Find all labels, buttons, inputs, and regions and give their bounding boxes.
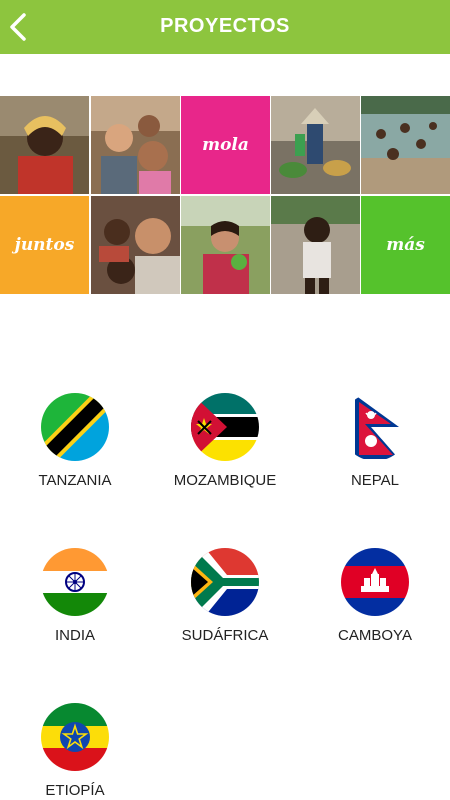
country-name: MOZAMBIQUE: [173, 472, 277, 489]
photo-tile-market-vendor: [271, 96, 360, 194]
country-name: INDIA: [54, 627, 95, 644]
word-tile-text: juntos: [14, 235, 75, 255]
word-tile-mas: más: [361, 196, 450, 294]
country-name: ETIOPÍA: [45, 782, 105, 799]
country-item-camboya[interactable]: CAMBOYA: [305, 548, 445, 644]
country-item-india[interactable]: INDIA: [5, 548, 145, 644]
ethiopia-flag-icon: [41, 703, 109, 771]
country-name: SUDÁFRICA: [181, 627, 269, 644]
india-flag-icon: [41, 548, 109, 616]
tanzania-flag-icon: [41, 393, 109, 461]
photo-tile-man-children: [91, 96, 180, 194]
photo-tile-children-swimming: [361, 96, 450, 194]
south-africa-flag-icon: [191, 548, 259, 616]
word-tile-text: mola: [202, 135, 249, 155]
photo-tile-girl-with-plant: [181, 196, 270, 294]
cambodia-flag-icon: [341, 548, 409, 616]
photo-tile-woman-smiling: [0, 96, 89, 194]
photo-tile-boy-laughing: [271, 196, 360, 294]
country-item-tanzania[interactable]: TANZANIA: [5, 393, 145, 489]
country-item-sudafrica[interactable]: SUDÁFRICA: [155, 548, 295, 644]
nepal-flag-icon: [341, 393, 409, 461]
word-tile-mola: mola: [181, 96, 270, 194]
app-header: PROYECTOS: [0, 0, 450, 54]
photo-tile-man-with-kids: [91, 196, 180, 294]
page-title: PROYECTOS: [160, 15, 290, 37]
word-tile-juntos: juntos: [0, 196, 89, 294]
country-item-etiopia[interactable]: ETIOPÍA: [5, 703, 145, 799]
photo-mosaic: mola juntos más: [0, 96, 450, 294]
country-item-mozambique[interactable]: MOZAMBIQUE: [155, 393, 295, 489]
country-name: CAMBOYA: [338, 627, 412, 644]
country-item-nepal[interactable]: NEPAL: [305, 393, 445, 489]
country-name: NEPAL: [350, 472, 400, 489]
mozambique-flag-icon: [191, 393, 259, 461]
word-tile-text: más: [386, 235, 425, 255]
country-name: TANZANIA: [38, 472, 112, 489]
